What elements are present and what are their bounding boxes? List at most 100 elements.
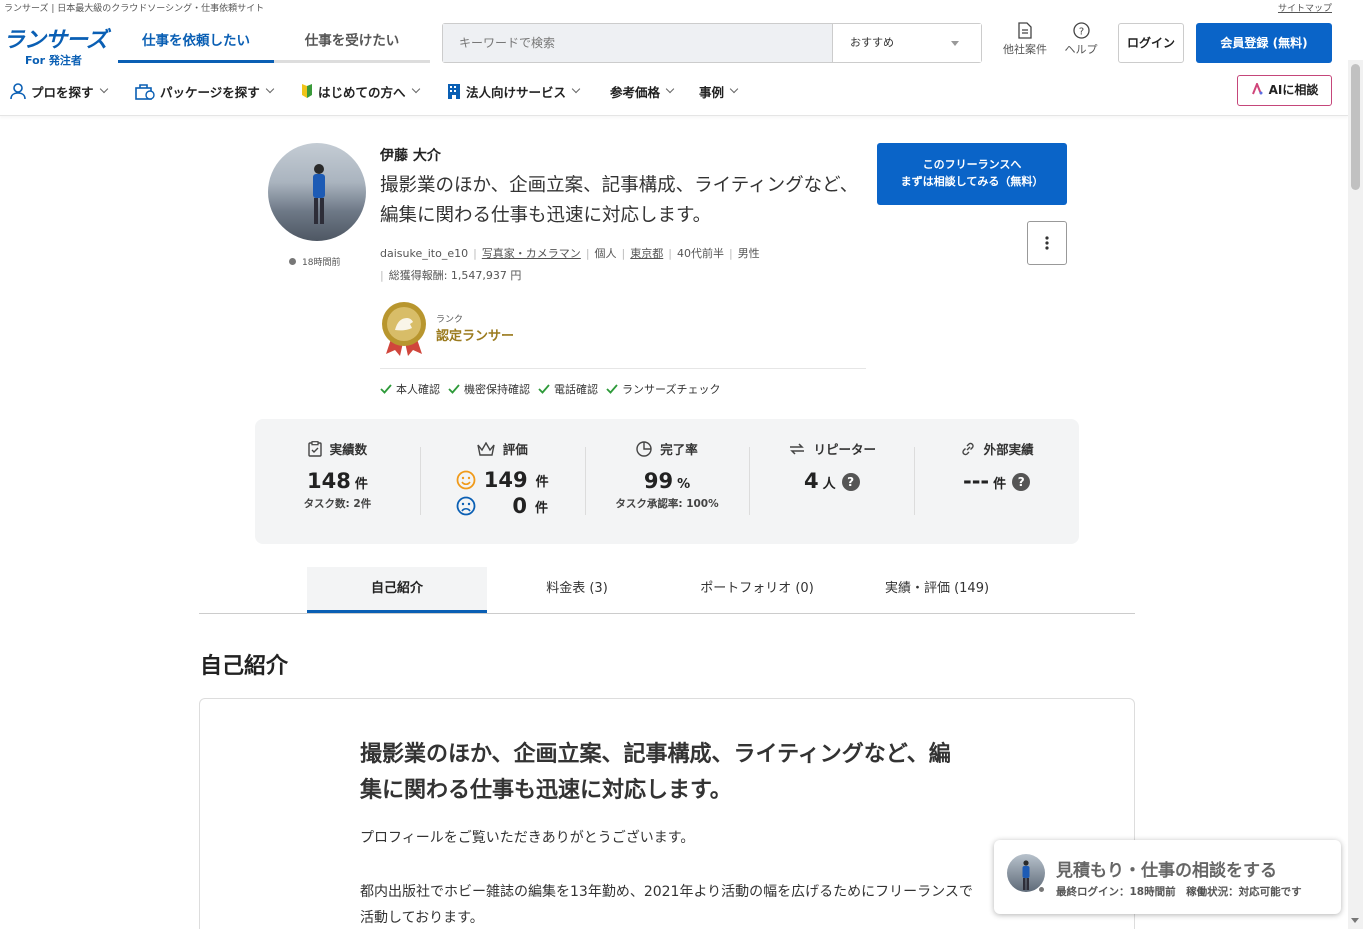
svg-text:?: ?: [1078, 27, 1083, 38]
online-status: 18時間前: [289, 255, 340, 268]
rank-value: 認定ランサー: [436, 329, 515, 344]
occupation-link[interactable]: 写真家・カメラマン: [482, 247, 581, 260]
help-link[interactable]: ? ヘルプ: [1053, 22, 1109, 57]
help-icon[interactable]: ?: [841, 473, 860, 491]
page-scrollbar[interactable]: [1348, 60, 1363, 929]
other-jobs-link[interactable]: 他社案件: [997, 22, 1053, 57]
intro-paragraph: プロフィールをご覧いただきありがとうございます。: [360, 830, 695, 846]
nav-packages[interactable]: パッケージを探す: [135, 82, 275, 100]
verification-item: 機密保持確認: [448, 381, 530, 397]
divider: [380, 368, 866, 369]
stat-note: タスク承認率: 100%: [615, 498, 719, 510]
logo-subtitle: For 発注者: [25, 54, 82, 67]
person-photo: [313, 164, 325, 224]
stat-achievements: 実績数 148 件 タスク数: 2件: [255, 439, 420, 544]
verification-label: ランサーズチェック: [622, 383, 721, 396]
stat-label: 実績数: [329, 442, 368, 457]
intro-heading: 撮影業のほか、企画立案、記事構成、ライティングなど、編集に関わる仕事も迅速に対応…: [360, 742, 951, 803]
help-icon: ?: [1072, 22, 1090, 39]
nav-beginners-label: はじめての方へ: [318, 84, 406, 100]
verification-item: ランサーズチェック: [606, 381, 720, 397]
person-icon: [10, 82, 26, 99]
clipboard-icon: [307, 440, 322, 457]
verification-label: 機密保持確認: [464, 383, 530, 396]
search-input[interactable]: キーワードで検索: [443, 24, 832, 62]
stat-unit: 件: [535, 500, 549, 516]
stat-label: 評価: [502, 442, 528, 457]
location-link[interactable]: 東京都: [630, 247, 663, 260]
tab-reviews[interactable]: 実績・評価 (149): [847, 567, 1027, 613]
chevron-down-icon: [265, 84, 275, 94]
tab-price-list[interactable]: 料金表 (3): [487, 567, 667, 613]
stat-external: 外部実績 --- 件?: [914, 439, 1079, 544]
nav-reference-price[interactable]: 参考価格: [610, 82, 675, 100]
chevron-down-icon: [665, 84, 675, 94]
section-title: 自己紹介: [200, 654, 289, 679]
scrollbar-thumb[interactable]: [1351, 64, 1360, 190]
smile-icon: [456, 470, 476, 490]
sort-select-value: おすすめ: [850, 36, 894, 49]
tab-self-intro[interactable]: 自己紹介: [307, 567, 487, 613]
verification-item: 電話確認: [538, 381, 598, 397]
stat-label: 外部実績: [983, 442, 1034, 457]
tab-receive-work[interactable]: 仕事を受けたい: [274, 22, 430, 63]
nav-cases-label: 事例: [699, 84, 725, 100]
total-earnings: 総獲得報酬: 1,547,937 円: [388, 269, 522, 282]
other-jobs-label: 他社案件: [1003, 43, 1047, 56]
stat-value: ---: [963, 469, 990, 493]
nav-cases[interactable]: 事例: [699, 82, 739, 100]
stat-completion: 完了率 99% タスク承認率: 100%: [584, 439, 750, 544]
tab-request-work[interactable]: 仕事を依頼したい: [118, 22, 274, 63]
sort-select[interactable]: おすすめ: [832, 24, 981, 62]
consult-freelancer-button[interactable]: このフリーランスへ まずは相談してみる（無料）: [877, 143, 1067, 205]
medal-icon: [382, 302, 426, 356]
lancers-logo[interactable]: ランサーズ For 発注者: [3, 22, 113, 68]
kebab-menu-icon: [1045, 236, 1049, 250]
stat-unit: 人: [822, 477, 836, 492]
sad-face-icon: [456, 496, 476, 516]
search-bar: キーワードで検索 おすすめ: [442, 23, 982, 63]
top-strip: ランサーズ | 日本最大級のクラウドソーシング・仕事依頼サイト サイトマップ: [0, 0, 1348, 14]
nav-beginners[interactable]: はじめての方へ: [301, 82, 420, 100]
scroll-down-arrow-icon[interactable]: [1351, 918, 1359, 923]
stats-panel: 実績数 148 件 タスク数: 2件 評価 149 件 0件 完了率 99% タスク…: [255, 419, 1079, 544]
tab-portfolio[interactable]: ポートフォリオ (0): [667, 567, 847, 613]
stat-label: リピーター: [813, 442, 877, 457]
age-range: 40代前半: [676, 247, 724, 260]
verification-list: 本人確認 機密保持確認 電話確認 ランサーズチェック: [380, 381, 720, 397]
login-button[interactable]: ログイン: [1118, 23, 1184, 63]
status-dot: [289, 258, 296, 265]
pie-icon: [636, 440, 652, 457]
chevron-down-icon: [729, 84, 739, 94]
beginner-mark-icon: [302, 84, 312, 98]
nav-corporate[interactable]: 法人向けサービス: [447, 82, 581, 100]
person-photo: [1022, 860, 1030, 890]
crown-icon: [477, 441, 495, 456]
nav-reference-price-label: 参考価格: [610, 84, 661, 100]
floating-status: 最終ログイン：18時間前 稼働状況：対応可能です: [1056, 886, 1302, 898]
account-type: 個人: [594, 247, 617, 260]
chevron-down-icon: [571, 84, 581, 94]
check-icon: [606, 384, 618, 394]
check-icon: [380, 384, 392, 394]
stat-value: 148: [306, 469, 351, 493]
site-tagline: ランサーズ | 日本最大級のクラウドソーシング・仕事依頼サイト: [4, 4, 265, 14]
stat-label: 完了率: [660, 442, 698, 457]
rank-label: ランク: [436, 315, 464, 325]
verification-label: 電話確認: [554, 383, 598, 396]
verification-label: 本人確認: [396, 383, 440, 396]
chevron-down-icon: [951, 41, 959, 46]
sitemap-link[interactable]: サイトマップ: [1278, 1, 1332, 14]
help-icon[interactable]: ?: [1012, 473, 1031, 491]
help-label: ヘルプ: [1064, 43, 1098, 56]
register-button[interactable]: 会員登録 (無料): [1196, 23, 1332, 63]
nav-packages-label: パッケージを探す: [160, 84, 260, 100]
nav-find-pro[interactable]: プロを探す: [10, 82, 108, 100]
floating-consult-button[interactable]: 見積もり・仕事の相談をする 最終ログイン：18時間前 稼働状況：対応可能です: [994, 840, 1341, 914]
username: daisuke_ito_e10: [380, 247, 469, 260]
ai-logo-icon: [1251, 81, 1263, 95]
more-options-button[interactable]: [1027, 221, 1067, 265]
ai-consult-button[interactable]: AIに相談: [1237, 75, 1332, 106]
link-icon: [961, 442, 974, 455]
stat-value: 99: [643, 469, 674, 493]
